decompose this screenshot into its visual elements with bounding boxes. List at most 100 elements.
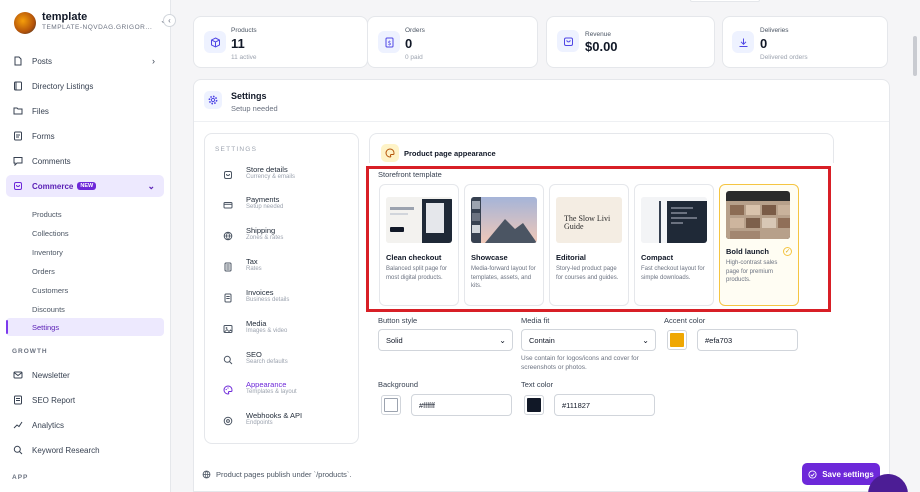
- chart-icon: [13, 420, 23, 430]
- settings-nav-desc: Setup needed: [246, 204, 284, 210]
- workspace-switcher[interactable]: template TEMPLATE-NQVDAG.GRIGOR... ⌄: [14, 10, 167, 36]
- button-style-label: Button style: [378, 316, 418, 325]
- settings-nav-seo[interactable]: SEO Search defaults: [222, 349, 352, 373]
- settings-nav-title: SEO: [246, 350, 262, 359]
- palette-icon: [381, 144, 399, 162]
- cart-icon: [13, 181, 23, 191]
- sidebar-subitem-discounts[interactable]: Discounts: [6, 300, 164, 318]
- sidebar-item-commerce[interactable]: Commerce NEW ⌄: [6, 175, 164, 197]
- collapse-sidebar-button[interactable]: ‹: [163, 14, 176, 27]
- folder-icon: [13, 106, 23, 116]
- palette-icon: [222, 384, 233, 395]
- sidebar-subitem-collections[interactable]: Collections: [6, 224, 164, 242]
- settings-title: Settings: [231, 91, 267, 101]
- settings-nav-tax[interactable]: Tax Rates: [222, 256, 352, 280]
- button-style-select[interactable]: Solid ⌄: [378, 329, 513, 351]
- sidebar-item-files[interactable]: Files: [6, 100, 164, 122]
- receipt-icon: $: [378, 31, 400, 53]
- text-color-label: Text color: [521, 380, 554, 389]
- accent-color-swatch[interactable]: [667, 330, 687, 350]
- settings-nav-title: Shipping: [246, 226, 276, 235]
- workspace-name: template: [42, 11, 88, 23]
- save-settings-label: Save settings: [822, 469, 874, 479]
- settings-nav-desc: Images & video: [246, 328, 288, 334]
- settings-nav-payments[interactable]: Payments Setup needed: [222, 194, 352, 218]
- settings-nav-shipping[interactable]: Shipping Zones & rates: [222, 225, 352, 249]
- sidebar-subitem-inventory[interactable]: Inventory: [6, 243, 164, 261]
- settings-nav-title: Appearance: [246, 380, 287, 389]
- new-badge: NEW: [77, 182, 97, 190]
- stat-label: Revenue: [585, 31, 612, 38]
- chevron-down-icon: ⌄: [499, 336, 506, 345]
- settings-nav-webhooks-api[interactable]: Webhooks & API Endpoints: [222, 410, 352, 434]
- settings-nav-title: Tax: [246, 257, 258, 266]
- sidebar-item-keyword-research[interactable]: Keyword Research: [6, 439, 164, 461]
- settings-panel: Settings Setup needed SETTINGS Store det…: [193, 79, 890, 492]
- chevron-right-icon: ›: [152, 56, 155, 66]
- globe-icon: [222, 230, 233, 241]
- stat-card-orders: $ Orders 0 0 paid: [367, 16, 538, 68]
- media-fit-select[interactable]: Contain ⌄: [521, 329, 656, 351]
- chevron-down-icon: ⌄: [147, 181, 155, 191]
- box-icon: [204, 31, 226, 53]
- button-style-value: Solid: [386, 335, 403, 345]
- accent-color-input[interactable]: #efa703: [697, 329, 798, 351]
- sidebar-item-label: Posts: [32, 56, 53, 66]
- settings-nav-title: Store details: [246, 165, 288, 174]
- card-title: Product page appearance: [404, 149, 496, 158]
- sidebar-item-label: Files: [32, 106, 49, 116]
- sidebar: template TEMPLATE-NQVDAG.GRIGOR... ⌄ Pos…: [0, 0, 171, 492]
- text-color-input[interactable]: #111827: [554, 394, 655, 416]
- sidebar-subitem-products[interactable]: Products: [6, 205, 164, 223]
- sidebar-item-newsletter[interactable]: Newsletter: [6, 364, 164, 386]
- settings-nav-title: Payments: [246, 195, 280, 204]
- workspace-domain: TEMPLATE-NQVDAG.GRIGOR...: [42, 24, 152, 31]
- report-icon: [13, 395, 23, 405]
- settings-nav-appearance[interactable]: Appearance Templates & layout: [222, 379, 352, 403]
- background-color-swatch[interactable]: [381, 395, 401, 415]
- sidebar-subitem-settings[interactable]: Settings: [6, 318, 164, 336]
- scrollbar[interactable]: [913, 36, 917, 76]
- settings-nav-invoices[interactable]: Invoices Business details: [222, 287, 352, 311]
- stat-card-revenue: Revenue $0.00: [546, 16, 715, 68]
- sidebar-item-comments[interactable]: Comments: [6, 150, 164, 172]
- invoice-icon: [222, 292, 233, 303]
- sidebar-item-forms[interactable]: Forms: [6, 125, 164, 147]
- sidebar-item-posts[interactable]: Posts ›: [6, 50, 164, 72]
- sidebar-subitem-orders[interactable]: Orders: [6, 262, 164, 280]
- settings-nav-desc: Rates: [246, 266, 262, 272]
- top-toolbar-fragment: [690, 0, 760, 2]
- search-icon: [13, 445, 23, 455]
- globe-icon: [202, 470, 211, 479]
- search-icon: [222, 354, 233, 365]
- document-icon: [13, 56, 23, 66]
- chevron-down-icon: ⌄: [642, 336, 649, 345]
- sidebar-item-label: Directory Listings: [32, 81, 94, 91]
- sidebar-item-label: SEO Report: [32, 395, 76, 405]
- save-settings-button[interactable]: Save settings: [802, 463, 880, 485]
- media-fit-value: Contain: [529, 335, 555, 345]
- book-icon: [13, 81, 23, 91]
- sidebar-item-seo-report[interactable]: SEO Report: [6, 389, 164, 411]
- sidebar-item-label: Keyword Research: [32, 445, 100, 455]
- settings-nav-desc: Endpoints: [246, 420, 273, 426]
- divider: [194, 121, 889, 122]
- settings-subtitle: Setup needed: [231, 104, 278, 113]
- product-page-appearance-card: Product page appearance: [369, 133, 834, 163]
- section-label-growth: GROWTH: [12, 348, 48, 355]
- section-label-app: APP: [12, 474, 29, 481]
- background-color-input[interactable]: #ffffff: [411, 394, 512, 416]
- workspace-logo: [14, 12, 36, 34]
- sidebar-item-analytics[interactable]: Analytics: [6, 414, 164, 436]
- form-icon: [13, 131, 23, 141]
- text-color-swatch[interactable]: [524, 395, 544, 415]
- settings-nav-media[interactable]: Media Images & video: [222, 318, 352, 342]
- credit-card-icon: [222, 199, 233, 210]
- accent-color-label: Accent color: [664, 316, 706, 325]
- sidebar-item-directory-listings[interactable]: Directory Listings: [6, 75, 164, 97]
- bag-icon: [557, 30, 579, 52]
- settings-nav-store-details[interactable]: Store details Currency & emails: [222, 164, 352, 188]
- publish-path-text: Product pages publish under `/products`.: [216, 470, 352, 479]
- sidebar-subitem-customers[interactable]: Customers: [6, 281, 164, 299]
- sidebar-item-label: Forms: [32, 131, 55, 141]
